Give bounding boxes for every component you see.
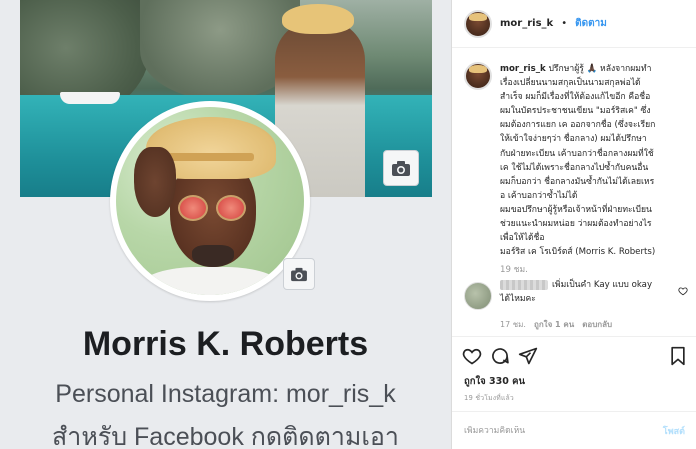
caption-username[interactable]: mor_ris_k — [500, 64, 546, 74]
follow-button[interactable]: ติดตาม — [575, 16, 607, 31]
profile-photo — [116, 107, 304, 295]
caption-line: มอร์ริส เค โรเบิร์ตส์ (Morris K. Roberts… — [500, 247, 656, 258]
caption-line: กับฝ่ายทะเบียน เค้าบอกว่าชื่อกลางผมที่ใช… — [500, 148, 654, 159]
photo-shirt — [136, 267, 286, 295]
caption-line: ช่วยแนะนำผมหน่อย ว่าผมต้องทำอย่างไร — [500, 219, 652, 230]
post-actions — [452, 336, 696, 374]
caption-line: ผมขอปรึกษาผู้รู้หรือเจ้าหน้าที่ฝ่ายทะเบี… — [500, 204, 652, 215]
photo-hat-band — [168, 153, 254, 161]
profile-bio-line: Personal Instagram: mor_ris_k — [55, 380, 396, 408]
comment-meta: 17 ชม. ถูกใจ 1 คน ตอบกลับ — [500, 318, 612, 331]
caption-line: สำเร็จ ผมก็มีเรื่องที่ให้ต้องแก้ไขอีก คื… — [500, 92, 651, 103]
camera-icon — [392, 160, 410, 176]
photo-hand — [134, 147, 176, 217]
update-cover-button[interactable] — [383, 150, 419, 186]
comment-timestamp: 17 ชม. — [500, 320, 526, 329]
separator-dot: • — [561, 18, 568, 29]
heart-icon[interactable] — [678, 286, 688, 296]
share-icon[interactable] — [518, 346, 538, 366]
photo-sunglasses — [216, 195, 246, 221]
caption-line: ผมก็บอกว่า ชื่อกลางมันซ้ำกันไม่ได้เลยเหร — [500, 176, 655, 187]
update-profile-picture-button[interactable] — [283, 258, 315, 290]
comment-line: เพิ่มเป็นคำ Kay แบบ okay — [552, 280, 653, 290]
comment-text: เพิ่มเป็นคำ Kay แบบ okay ได้ไหมคะ — [500, 278, 670, 310]
photo-sunglasses — [178, 195, 208, 221]
post-comment-button[interactable]: โพสต์ — [663, 424, 685, 438]
reply-button[interactable]: ตอบกลับ — [582, 318, 612, 331]
comment-box: โพสต์ — [452, 411, 696, 449]
profile-name: Morris K. Roberts — [82, 325, 369, 363]
photo-beard — [192, 245, 234, 267]
cover-boat — [60, 92, 120, 104]
caption-line: เรื่องเปลี่ยนนามสกุลเป็นนามสกุลพ่อได้ — [500, 78, 641, 89]
camera-icon — [291, 267, 307, 281]
heart-icon[interactable] — [462, 346, 482, 366]
profile-picture[interactable] — [110, 101, 310, 301]
comment-line: ได้ไหมคะ — [500, 294, 536, 305]
avatar[interactable] — [464, 9, 492, 38]
post-caption: mor_ris_k ปรึกษาผู้รู้ 🙏🏿 หลังจากผมทำ เร… — [464, 62, 692, 259]
post-timestamp: 19 ชั่วโมงที่แล้ว — [464, 394, 514, 402]
header-username[interactable]: mor_ris_k — [500, 18, 553, 29]
caption-text: mor_ris_k ปรึกษาผู้รู้ 🙏🏿 หลังจากผมทำ เร… — [500, 62, 690, 259]
caption-line: ผมต้องการแยก เค ออกจากชื่อ (ซึ่งจะเรียก — [500, 120, 656, 131]
comment-item: เพิ่มเป็นคำ Kay แบบ okay ได้ไหมคะ — [464, 278, 692, 310]
likes-count[interactable]: ถูกใจ 330 คน — [464, 374, 525, 389]
profile-bio-line: สำหรับ Facebook กดติดตามเอา — [52, 423, 399, 449]
caption-line: ให้เข้าใจง่ายๆว่า ชื่อกลาง) ผมได้ปรึกษา — [500, 134, 647, 145]
comment-input[interactable] — [464, 425, 663, 436]
caption-timestamp: 19 ชม. — [500, 265, 528, 275]
caption-line: เพื่อให้ได้ชื่อ — [500, 233, 545, 244]
post-header: mor_ris_k • ติดตาม — [452, 0, 696, 48]
cover-person-hat — [282, 4, 354, 34]
caption-line: เค ใช้ไม่ได้เพราะชื่อกลางไปซ้ำกับคนอื่น — [500, 162, 649, 173]
avatar[interactable] — [464, 62, 492, 90]
caption-line: ผมในบัตรประชาชนเขียน "มอร์ริสเค" ซึ่ง — [500, 106, 651, 117]
instagram-post-panel: mor_ris_k • ติดตาม mor_ris_k ปรึกษาผู้รู… — [451, 0, 696, 449]
redacted-username — [500, 279, 548, 290]
avatar[interactable] — [464, 282, 492, 310]
caption-line: อ เค้าบอกว่าซ้ำไม่ได้ — [500, 190, 578, 201]
caption-line: ปรึกษาผู้รู้ 🙏🏿 หลังจากผมทำ — [548, 64, 652, 74]
bookmark-icon[interactable] — [669, 346, 687, 366]
comment-likes[interactable]: ถูกใจ 1 คน — [534, 318, 574, 331]
facebook-profile-screenshot: Morris K. Roberts Personal Instagram: mo… — [0, 0, 451, 449]
comment-icon[interactable] — [490, 346, 510, 366]
